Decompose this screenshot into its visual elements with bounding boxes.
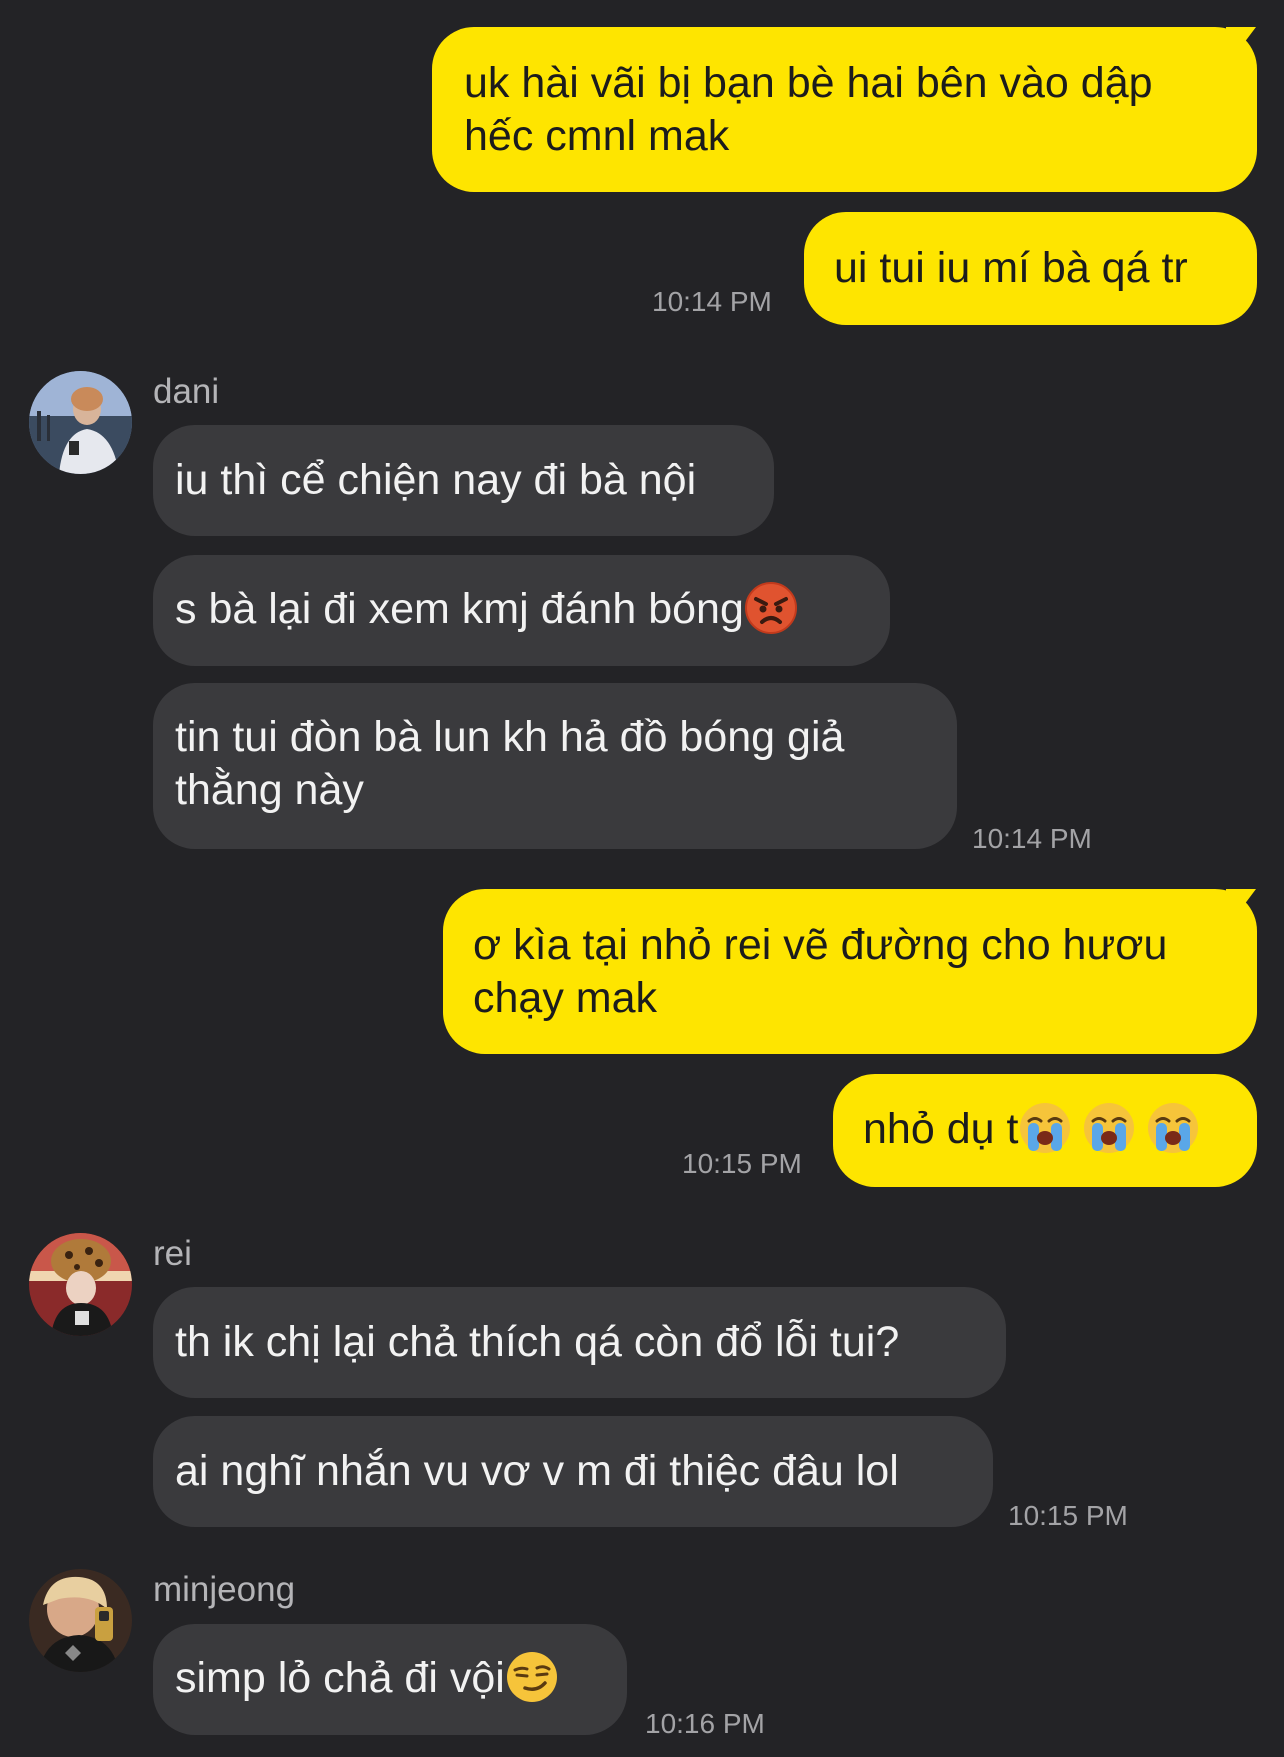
message-text: ui tui iu mí bà qá tr [834, 244, 1188, 292]
message-text: s bà lại đi xem kmj đánh bóng [175, 585, 744, 633]
timestamp: 10:16 PM [645, 1708, 765, 1739]
loudly-crying-face-icon [1020, 1102, 1071, 1153]
avatar-minjeong[interactable] [29, 1569, 132, 1672]
message-text: simp lỏ chả đi vội [175, 1654, 505, 1702]
message-text: th ik chị lại chả thích qá còn đổ lỗi tu… [175, 1318, 900, 1366]
message-bubble-incoming[interactable]: simp lỏ chả đi vội [153, 1624, 627, 1735]
sender-name: dani [153, 372, 220, 411]
message-text: iu thì cể chiện nay đi bà nội [175, 456, 697, 504]
sender-name: rei [153, 1234, 192, 1273]
message-bubble-outgoing[interactable]: ui tui iu mí bà qá tr [804, 212, 1257, 325]
avatar-photo [29, 1233, 132, 1336]
smirking-face-icon [506, 1651, 557, 1702]
message-text: ơ kìa tại nhỏ rei vẽ đường cho hươu chạy… [473, 921, 1168, 1022]
message-text: uk hài vãi bị bạn bè hai bên vào dập hếc… [464, 59, 1153, 160]
message-bubble-incoming[interactable]: tin tui đòn bà lun kh hả đồ bóng giả thằ… [153, 683, 957, 849]
message-bubble-outgoing[interactable]: uk hài vãi bị bạn bè hai bên vào dập hếc… [432, 27, 1257, 192]
avatar-dani[interactable] [29, 371, 132, 474]
message-text: tin tui đòn bà lun kh hả đồ bóng giả thằ… [175, 713, 845, 814]
message-bubble-incoming[interactable]: th ik chị lại chả thích qá còn đổ lỗi tu… [153, 1287, 1006, 1398]
message-bubble-incoming[interactable]: ai nghĩ nhắn vu vơ v m đi thiệc đâu lol [153, 1416, 993, 1527]
avatar-photo [29, 1569, 132, 1672]
timestamp: 10:15 PM [1008, 1500, 1128, 1531]
avatar-photo [29, 371, 132, 474]
timestamp: 10:14 PM [972, 823, 1092, 854]
message-text: nhỏ dụ t [863, 1105, 1019, 1153]
loudly-crying-face-icon [1084, 1102, 1135, 1153]
sender-name: minjeong [153, 1570, 296, 1609]
message-bubble-incoming[interactable]: iu thì cể chiện nay đi bà nội [153, 425, 774, 536]
message-bubble-outgoing[interactable]: ơ kìa tại nhỏ rei vẽ đường cho hươu chạy… [443, 889, 1257, 1054]
timestamp: 10:14 PM [652, 286, 772, 317]
timestamp: 10:15 PM [682, 1148, 802, 1179]
message-text: ai nghĩ nhắn vu vơ v m đi thiệc đâu lol [175, 1447, 899, 1495]
avatar-rei[interactable] [29, 1233, 132, 1336]
angry-face-icon [744, 581, 797, 634]
message-bubble-incoming[interactable]: s bà lại đi xem kmj đánh bóng [153, 555, 890, 666]
loudly-crying-face-icon [1148, 1102, 1199, 1153]
message-bubble-outgoing[interactable]: nhỏ dụ t [833, 1074, 1257, 1187]
